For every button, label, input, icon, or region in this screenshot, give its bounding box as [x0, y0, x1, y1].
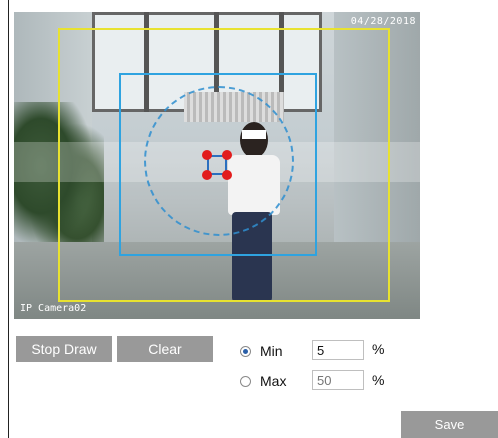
- resize-handle-top-left[interactable]: [202, 150, 212, 160]
- max-label: Max: [260, 373, 287, 389]
- target-size-box[interactable]: [202, 150, 232, 180]
- max-option[interactable]: Max: [240, 370, 286, 392]
- video-preview[interactable]: 04/28/2018 IP Camera02: [14, 12, 420, 319]
- stop-draw-button[interactable]: Stop Draw: [16, 336, 112, 362]
- save-button[interactable]: Save: [401, 411, 498, 438]
- osd-camera-name: IP Camera02: [20, 303, 87, 314]
- left-border: [8, 0, 9, 438]
- resize-handle-bottom-left[interactable]: [202, 170, 212, 180]
- min-label: Min: [260, 343, 283, 359]
- min-option[interactable]: Min: [240, 340, 283, 362]
- max-percent-input[interactable]: [312, 370, 364, 390]
- resize-handle-bottom-right[interactable]: [222, 170, 232, 180]
- osd-timestamp: 04/28/2018: [350, 16, 416, 27]
- min-percent-input[interactable]: [312, 340, 364, 360]
- resize-handle-top-right[interactable]: [222, 150, 232, 160]
- max-radio[interactable]: [240, 375, 251, 387]
- min-radio[interactable]: [240, 345, 251, 357]
- min-unit: %: [372, 341, 385, 357]
- clear-button[interactable]: Clear: [117, 336, 213, 362]
- max-unit: %: [372, 372, 385, 388]
